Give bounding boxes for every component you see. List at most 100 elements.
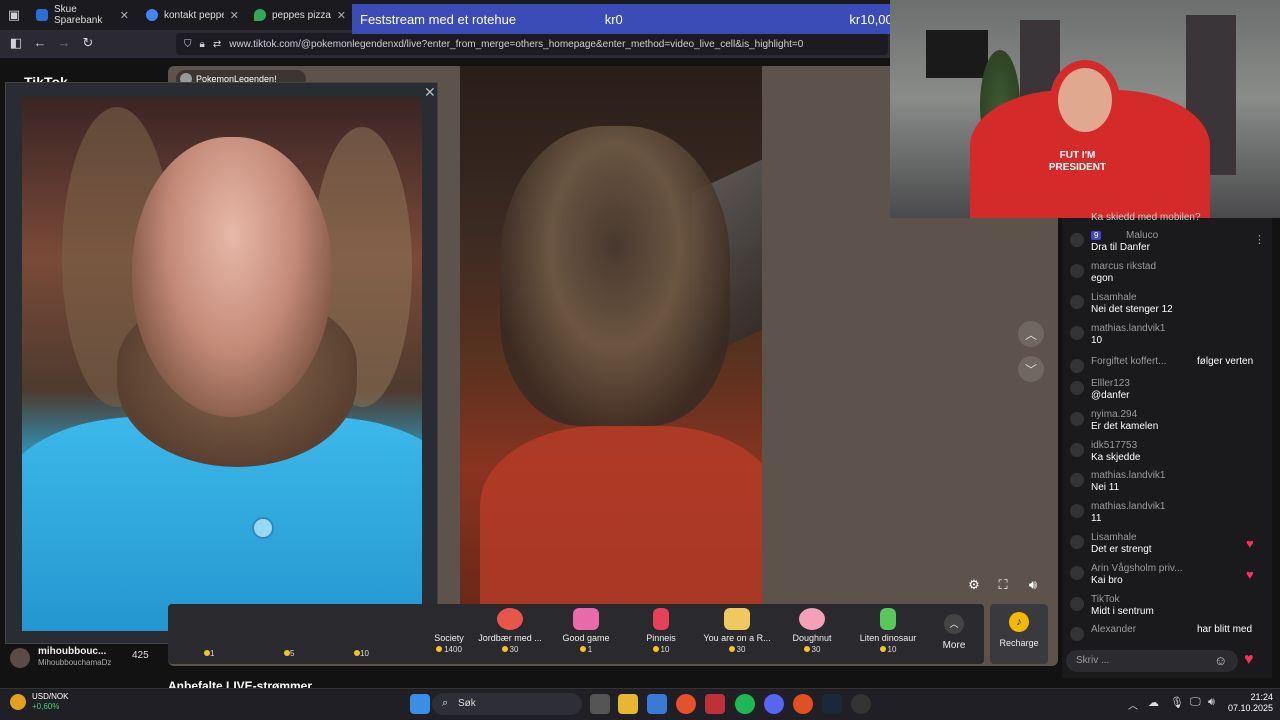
gift-item[interactable]: Doughnut 30 [777,608,847,654]
avatar[interactable] [1070,295,1084,309]
avatar[interactable] [1070,597,1084,611]
avatar[interactable] [1070,627,1084,641]
gift-item[interactable]: Jordbær med ... 30 [475,608,545,654]
volume-icon[interactable]: 🔊︎ [1208,696,1215,709]
gift-item[interactable]: You are on a R... 30 [702,608,772,654]
chat-message[interactable]: Alexander har blitt med [1070,624,1270,650]
chat-username[interactable]: TikTok [1091,594,1120,605]
leaderboard-row[interactable]: mihoubbouc... MihoubbouchamaDz 425 [10,646,160,670]
task-view-icon[interactable] [590,694,610,714]
url-text[interactable]: www.tiktok.com/@pokemonlegendenxd/live?e… [229,39,803,50]
chat-username[interactable]: Alexander [1091,624,1136,635]
avatar[interactable] [1070,264,1084,278]
address-bar[interactable]: ⛉ 🔒︎ ⇄ www.tiktok.com/@pokemonlegendenxd… [176,33,888,55]
next-stream-button[interactable]: ﹀ [1018,356,1044,382]
chat-username[interactable]: Arin Vågsholm priv... [1091,563,1183,574]
chat-message[interactable]: nyima.294 Er det kamelen [1070,409,1270,435]
like-heart-button[interactable]: ♥ [1244,651,1264,671]
close-icon[interactable]: ✕ [230,9,239,22]
cloud-icon[interactable]: ☁ [1148,696,1159,709]
chat-message[interactable]: Arin Vågsholm priv... Kai bro ♥ [1070,563,1270,589]
chat-username[interactable]: Elller123 [1091,378,1130,389]
avatar[interactable] [1070,566,1084,580]
forward-icon[interactable]: → [56,35,72,51]
chat-username[interactable]: Lisamhale [1091,532,1137,543]
avatar[interactable] [1070,412,1084,426]
chat-username[interactable]: Lisamhale [1091,292,1137,303]
tab-peppes[interactable]: peppes pizza - Goo ✕ [248,4,352,26]
close-icon[interactable]: ✕ [424,84,436,101]
chat-username[interactable]: mathias.landvik1 [1091,323,1165,334]
back-icon[interactable]: ← [32,35,48,51]
avatar[interactable] [1070,233,1084,247]
more-options-icon[interactable]: ⋮ [1254,233,1265,246]
obs-icon[interactable] [851,694,871,714]
avatar[interactable] [1070,535,1084,549]
chat-username[interactable]: marcus rikstad [1091,261,1156,272]
gift-item[interactable]: Good game 1 [551,608,621,654]
avatar[interactable] [1070,443,1084,457]
discord-icon[interactable] [764,694,784,714]
avatar[interactable] [1070,473,1084,487]
chat-message[interactable]: mathias.landvik1 Nei 11 [1070,470,1270,496]
avatar[interactable] [1070,381,1084,395]
close-icon[interactable]: ✕ [337,9,346,22]
shield-icon[interactable]: ⛉ [184,39,192,50]
chat-message[interactable]: Maluco Dra til Danfer 9 [1070,230,1270,256]
fullscreen-icon[interactable]: ⛶ [994,576,1012,594]
bank-icon [36,9,48,21]
chat-username[interactable]: Forgiftet koffert... [1091,356,1166,367]
firefox-icon[interactable] [676,694,696,714]
emoji-icon[interactable]: ☺ [1214,653,1227,668]
chat-message[interactable]: idk517753 Ka skjedde [1070,440,1270,466]
chat-username[interactable]: nyima.294 [1091,409,1137,420]
taskbar-search[interactable]: Søk [432,693,582,715]
volume-icon[interactable]: 🔊︎ [1024,576,1042,594]
chat-username[interactable]: idk517753 [1091,440,1137,451]
avatar[interactable] [1070,359,1084,373]
pip-video[interactable] [22,97,422,631]
tab-overview-icon[interactable]: ▣ [6,7,22,23]
reload-icon[interactable]: ↻ [80,35,96,51]
sidebar-toggle-icon[interactable]: ◧ [8,35,24,51]
chat-message[interactable]: TikTok Midt i sentrum [1070,594,1270,620]
app-icon[interactable] [793,694,813,714]
app-icon[interactable] [705,694,725,714]
file-explorer-icon[interactable] [618,694,638,714]
tab-skue[interactable]: Skue Sparebank ✕ [30,4,135,26]
gift-item[interactable]: Pinneis 10 [626,608,696,654]
previous-stream-button[interactable]: ︿ [1018,321,1044,347]
more-gifts-button[interactable]: ︿ More [936,614,972,651]
store-icon[interactable] [647,694,667,714]
ticker-widget[interactable]: USD/NOK +0,60% [32,692,68,712]
chevron-up-icon[interactable]: ︿ [1128,697,1138,712]
taskbar-clock[interactable]: 21:24 07.10.2025 [1228,692,1273,714]
tiktok-coin-icon: ♪ [1009,612,1029,632]
chat-username[interactable]: mathias.landvik1 [1091,470,1165,481]
chat-username[interactable]: mathias.landvik1 [1091,501,1165,512]
chat-username[interactable]: Maluco [1126,230,1158,241]
chat-input[interactable]: Skriv ... [1066,650,1238,672]
lock-icon[interactable]: 🔒︎ [200,39,205,50]
steam-icon[interactable] [822,694,842,714]
chat-message[interactable]: Elller123 @danfer [1070,378,1270,404]
gift-item[interactable]: Liten dinosaur 10 [853,608,923,654]
chat-message[interactable]: Lisamhale Det er strengt ♥ [1070,532,1270,558]
chat-message[interactable]: Lisamhale Nei det stenger 12 [1070,292,1270,318]
recharge-button[interactable]: ♪ Recharge [990,604,1048,664]
main-live-video[interactable] [460,66,762,604]
network-icon[interactable]: 🖵︎ [1190,696,1201,709]
microphone-icon[interactable]: 🎙︎ [1170,696,1184,709]
avatar[interactable] [1070,326,1084,340]
chat-message[interactable]: marcus rikstad egon [1070,261,1270,287]
permissions-icon[interactable]: ⇄ [213,39,221,50]
settings-icon[interactable]: ⚙ [965,576,983,594]
chat-message[interactable]: mathias.landvik1 11 [1070,501,1270,527]
windows-start-icon[interactable] [410,694,430,714]
gift-item[interactable]: Society 1400 [414,608,484,654]
chat-message[interactable]: mathias.landvik1 10 [1070,323,1270,349]
spotify-icon[interactable] [735,694,755,714]
tab-kontakt[interactable]: kontakt peppes ber ✕ [140,4,245,26]
avatar[interactable] [1070,504,1084,518]
close-icon[interactable]: ✕ [120,9,129,22]
